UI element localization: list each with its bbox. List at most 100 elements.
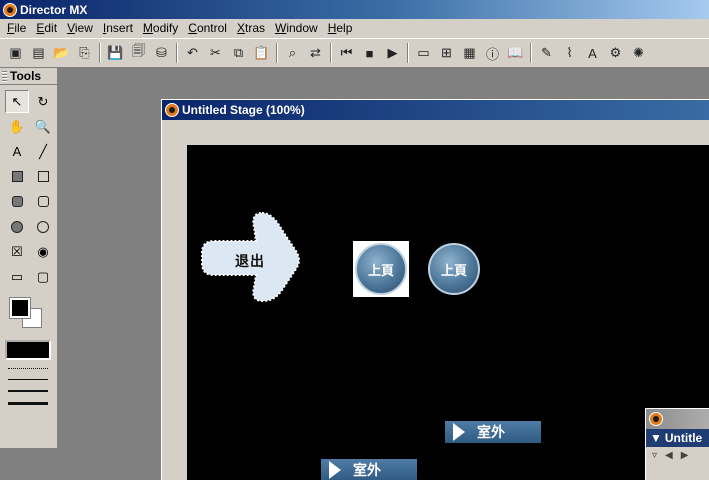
mini-tab[interactable]: ▼ Untitle	[646, 429, 709, 447]
filled-roundrect-tool-icon[interactable]	[5, 190, 29, 213]
tools-header[interactable]: Tools	[0, 68, 57, 85]
outdoor-button-1[interactable]: 室外	[445, 421, 541, 443]
toolbar-separator	[407, 43, 409, 63]
undo-icon[interactable]: ↶	[181, 42, 204, 64]
outdoor-label-2: 室外	[353, 463, 381, 479]
stage-logo-icon	[165, 103, 179, 117]
prev-page-label-1: 上頁	[367, 263, 394, 279]
director-logo-icon	[3, 2, 17, 17]
menu-help[interactable]: Help	[323, 20, 358, 37]
mini-tab-label: Untitle	[664, 431, 703, 445]
menu-edit[interactable]: Edit	[31, 20, 62, 37]
new-movie-icon[interactable]: ▣	[4, 42, 27, 64]
toolbar-separator	[99, 43, 101, 63]
color-chips	[6, 294, 57, 334]
line-1px[interactable]	[8, 379, 48, 380]
radio-tool-icon[interactable]: ◉	[31, 240, 55, 263]
arrow-tool-icon[interactable]: ↖	[5, 90, 29, 113]
text-tool-icon[interactable]: A	[5, 140, 29, 163]
pattern-chip[interactable]	[5, 340, 51, 360]
stop-icon[interactable]: ■	[358, 42, 381, 64]
stage-title: Untitled Stage (100%)	[182, 103, 305, 117]
menu-view[interactable]: View	[62, 20, 98, 37]
stage-icon[interactable]: ▭	[412, 42, 435, 64]
filled-rect-tool-icon[interactable]	[5, 165, 29, 188]
paint-icon[interactable]: ✎	[535, 42, 558, 64]
vector-icon[interactable]: ⌇	[558, 42, 581, 64]
line-tool-icon[interactable]: ╱	[31, 140, 55, 163]
rect-tool-icon[interactable]	[31, 165, 55, 188]
prev-page-button-1[interactable]: 上頁	[355, 243, 407, 295]
outdoor-label-1: 室外	[477, 425, 505, 441]
save-icon[interactable]: 💾	[104, 42, 127, 64]
menu-modify[interactable]: Modify	[138, 20, 183, 37]
new-cast-icon[interactable]: ▤	[27, 42, 50, 64]
line-2px[interactable]	[8, 390, 48, 392]
paste-icon[interactable]: 📋	[250, 42, 273, 64]
play-icon[interactable]: ▶	[381, 42, 404, 64]
message-icon[interactable]: ✺	[627, 42, 650, 64]
hand-tool-icon[interactable]: ✋	[5, 115, 29, 138]
filter-icon[interactable]: ▿	[652, 450, 657, 461]
menu-window[interactable]: Window	[270, 20, 323, 37]
panel-grip-icon[interactable]	[2, 70, 7, 82]
library-icon[interactable]: 📖	[504, 42, 527, 64]
script-icon[interactable]: ⚙	[604, 42, 627, 64]
line-width-selector[interactable]	[4, 368, 52, 428]
field-tool-icon[interactable]: ▭	[5, 265, 29, 288]
open-icon[interactable]: 📂	[50, 42, 73, 64]
menu-xtras[interactable]: Xtras	[232, 20, 270, 37]
ellipse-shape	[37, 220, 49, 233]
roundrect-tool-icon[interactable]	[31, 190, 55, 213]
foreground-color-chip[interactable]	[9, 297, 31, 319]
score-icon[interactable]: ▦	[458, 42, 481, 64]
roundrect-shape	[37, 196, 49, 207]
ellipse-tool-icon[interactable]	[31, 215, 55, 238]
toolbar-separator	[276, 43, 278, 63]
menu-control[interactable]: Control	[183, 20, 232, 37]
menu-insert[interactable]: Insert	[98, 20, 138, 37]
tools-title: Tools	[10, 69, 42, 83]
main-toolbar: ▣ ▤ 📂 ⎘ 💾 🗐 ⛁ ↶ ✂ ⧉ 📋 ⌕ ⇄ ⏮ ■ ▶ ▭ ⊞ ▦ ⓘ 📖 ✎ ⌇ A ⚙ ✺	[0, 38, 709, 68]
publish-icon[interactable]: ⛁	[150, 42, 173, 64]
prev-page-button-2[interactable]: 上頁	[428, 243, 480, 295]
mini-logo-icon	[649, 412, 663, 426]
next-icon[interactable]: ▶	[681, 450, 689, 461]
rotate-tool-icon[interactable]: ↻	[31, 90, 55, 113]
save-all-icon[interactable]: 🗐	[127, 42, 150, 64]
checkbox-tool-icon[interactable]: ☒	[5, 240, 29, 263]
filled-ellipse-tool-icon[interactable]	[5, 215, 29, 238]
copy-icon[interactable]: ⧉	[227, 42, 250, 64]
mini-panel-window: ▼ Untitle ▿ ◀ ▶	[645, 408, 709, 480]
cut-icon[interactable]: ✂	[204, 42, 227, 64]
stage-canvas[interactable]: 退出 上頁 上頁 室外 室外	[187, 145, 709, 480]
toolbar-separator	[530, 43, 532, 63]
play-arrow-icon	[453, 423, 465, 441]
stage-titlebar[interactable]: Untitled Stage (100%)	[162, 100, 709, 120]
button-tool-icon[interactable]: ▢	[31, 265, 55, 288]
exit-arrow-sprite[interactable]: 退出	[200, 211, 300, 303]
tool-grid: ↖ ↻ ✋ 🔍 A ╱ ☒ ◉ ▭ ▢	[0, 85, 57, 288]
mini-titlebar[interactable]	[646, 409, 709, 429]
import-icon[interactable]: ⎘	[73, 42, 96, 64]
stage-window: Untitled Stage (100%) 退出 上頁 上頁 室外 室外	[161, 99, 709, 480]
toolbar-separator	[330, 43, 332, 63]
exchange-cast-icon[interactable]: ⇄	[304, 42, 327, 64]
rewind-icon[interactable]: ⏮	[335, 42, 358, 64]
outdoor-button-2[interactable]: 室外	[321, 459, 417, 480]
selected-sprite-frame[interactable]: 上頁	[353, 241, 409, 297]
prev-icon[interactable]: ◀	[665, 450, 673, 461]
find-icon[interactable]: ⌕	[281, 42, 304, 64]
play-arrow-icon	[329, 461, 341, 479]
menu-file[interactable]: File	[2, 20, 31, 37]
exit-label: 退出	[235, 254, 265, 270]
collapse-arrow-icon[interactable]: ▼	[650, 431, 662, 445]
tools-panel: Tools ↖ ↻ ✋ 🔍 A ╱ ☒ ◉ ▭ ▢	[0, 68, 58, 448]
line-3px[interactable]	[8, 402, 48, 405]
mini-toolbar: ▿ ◀ ▶	[646, 447, 709, 463]
line-none[interactable]	[8, 368, 48, 369]
property-inspector-icon[interactable]: ⓘ	[481, 42, 504, 64]
text-icon[interactable]: A	[581, 42, 604, 64]
zoom-tool-icon[interactable]: 🔍	[31, 115, 55, 138]
cast-window-icon[interactable]: ⊞	[435, 42, 458, 64]
